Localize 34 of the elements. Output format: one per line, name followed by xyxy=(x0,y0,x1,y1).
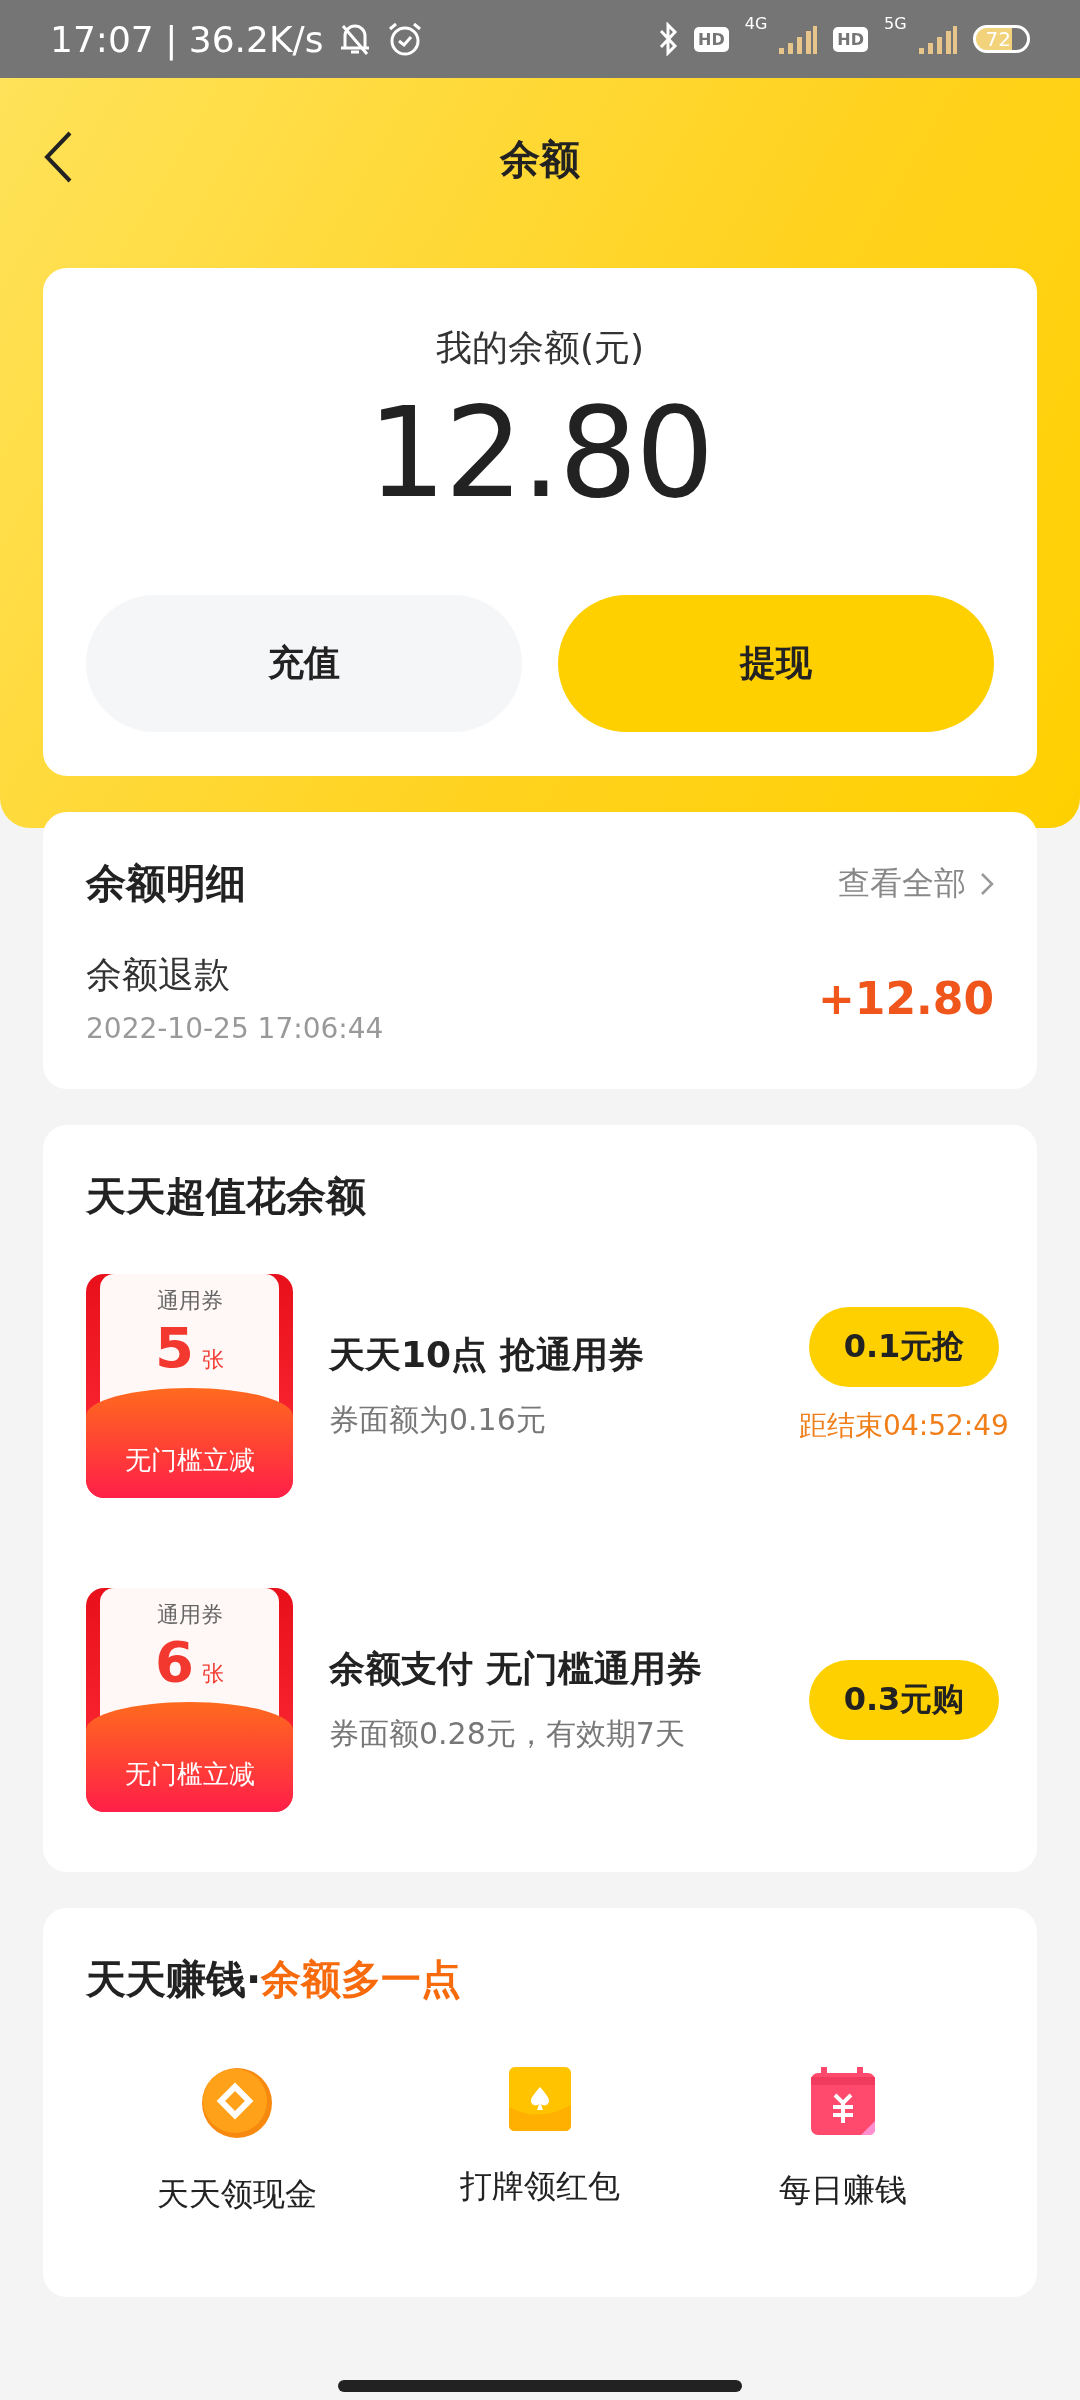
entry-label[interactable]: 打牌领红包 xyxy=(460,2165,620,2209)
ticket-unit: 张 xyxy=(202,1661,224,1686)
section-title: 余额明细 xyxy=(86,859,246,908)
entry-label[interactable]: 每日赚钱 xyxy=(778,2169,907,2213)
withdraw-button[interactable]: 提现 xyxy=(558,595,994,732)
entry-label[interactable]: 天天领现金 xyxy=(157,2173,318,2217)
countdown-text: 距结束04:52:49 xyxy=(799,1408,1009,1444)
recharge-button[interactable]: 充值 xyxy=(86,595,522,732)
hd-badge: HD xyxy=(833,26,868,52)
record-name: 余额退款 xyxy=(86,953,231,997)
ticket-label: 通用券 xyxy=(156,1287,223,1315)
section-highlight: 余额多一点 xyxy=(261,1955,462,2004)
balance-amount: 12.80 xyxy=(366,381,714,525)
coupon-subtitle: 券面额0.28元，有效期7天 xyxy=(329,1715,686,1753)
ticket-count: 6 xyxy=(155,1629,194,1694)
coupon-title: 天天10点 抢通用券 xyxy=(329,1333,645,1377)
buy-button[interactable]: 0.3元购 xyxy=(809,1660,999,1740)
network-type: 5G xyxy=(883,14,907,33)
ticket-count: 5 xyxy=(155,1315,194,1380)
network-type: 4G xyxy=(744,14,768,33)
view-all-link[interactable]: 查看全部 xyxy=(838,861,994,906)
page-title: 余额 xyxy=(500,134,580,184)
balance-label: 我的余额(元) xyxy=(434,326,646,370)
hd-badge: HD xyxy=(694,26,729,52)
record-time: 2022-10-25 17:06:44 xyxy=(86,1012,384,1045)
buy-button[interactable]: 0.1元抢 xyxy=(809,1307,999,1387)
section-title: 天天超值花余额 xyxy=(86,1172,367,1221)
status-time: 17:07 | 36.2K/s xyxy=(50,18,324,60)
coupon-subtitle: 券面额为0.16元 xyxy=(329,1401,547,1439)
coupon-title: 余额支付 无门槛通用券 xyxy=(329,1647,703,1691)
battery-level: 72 xyxy=(972,25,1030,53)
ticket-label: 通用券 xyxy=(156,1601,223,1629)
record-amount: +12.80 xyxy=(817,972,994,1024)
ticket-unit: 张 xyxy=(202,1347,224,1372)
